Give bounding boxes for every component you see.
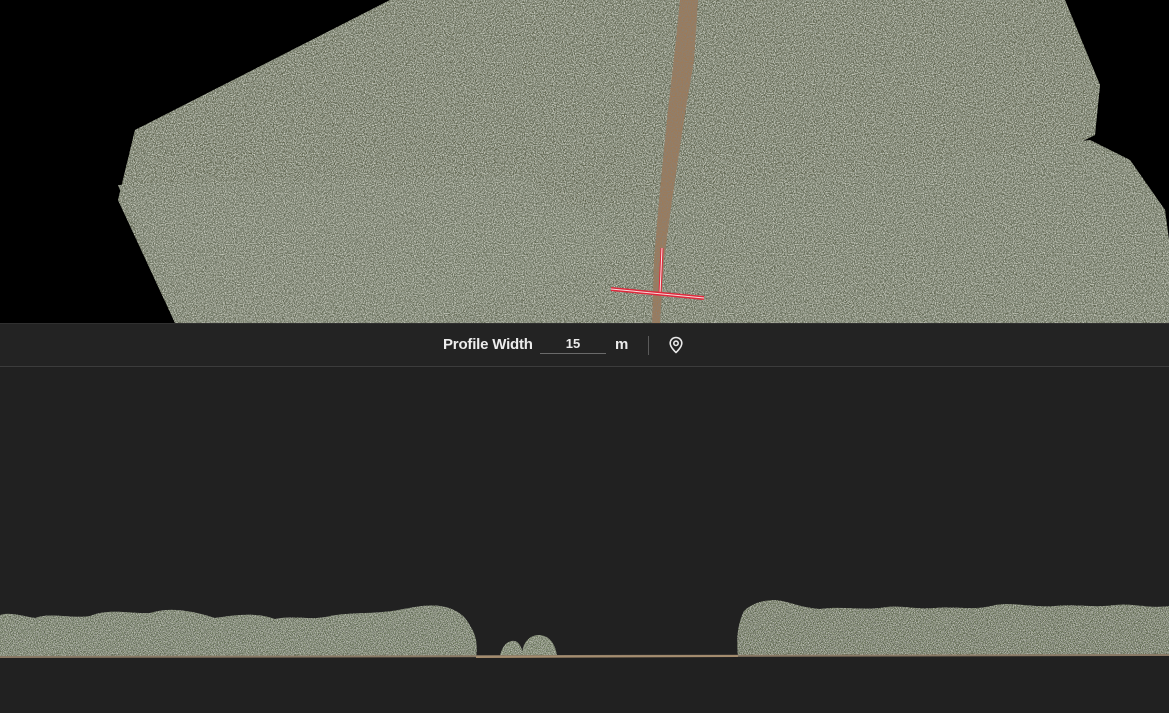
ground-line-road-section [475, 655, 739, 658]
map-pin-icon[interactable] [666, 335, 686, 355]
small-tree-profile [500, 640, 523, 656]
aerial-point-cloud-viewport[interactable] [0, 0, 1169, 323]
point-cloud-profile-app: Profile Width m [0, 0, 1169, 713]
canopy-layer [118, 0, 1169, 323]
profile-view-panel[interactable] [0, 368, 1169, 713]
profile-toolbar: Profile Width m [0, 323, 1169, 367]
profile-point-cloud-canvas[interactable] [0, 368, 1169, 713]
aerial-point-cloud-canvas[interactable] [0, 0, 1169, 323]
profile-width-input[interactable] [540, 334, 606, 354]
toolbar-divider [648, 336, 649, 355]
right-treeline-profile [737, 600, 1169, 656]
small-tree-profile [522, 635, 557, 656]
profile-width-label: Profile Width [443, 336, 533, 353]
tree-profile-layer [0, 600, 1169, 656]
left-treeline-profile [0, 605, 477, 656]
profile-width-unit: m [615, 336, 629, 353]
